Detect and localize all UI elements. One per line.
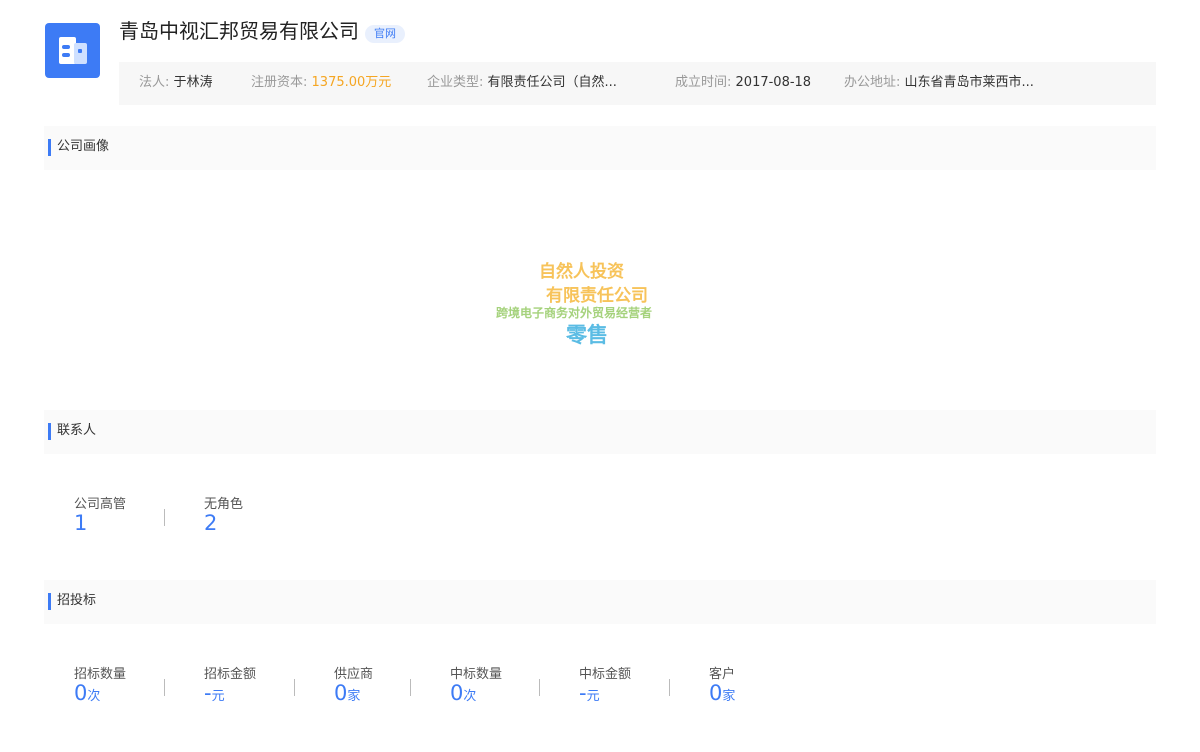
company-info-bar: 法人: 于林涛 注册资本: 1375.00万元 企业类型: 有限责任公司（自然.… bbox=[119, 62, 1156, 105]
info-label: 企业类型: bbox=[427, 75, 484, 90]
info-label: 注册资本: bbox=[251, 75, 308, 90]
stat-value[interactable]: 0次 bbox=[450, 680, 476, 710]
stat-number: 0 bbox=[709, 681, 723, 705]
stat-number: - bbox=[579, 681, 587, 705]
stat-number: 0 bbox=[74, 681, 88, 705]
section-accent-bar bbox=[48, 139, 51, 156]
stat-unit: 家 bbox=[722, 689, 736, 704]
stat-divider bbox=[164, 679, 165, 696]
stat-unit: 家 bbox=[347, 689, 361, 704]
section-title: 公司画像 bbox=[57, 139, 110, 154]
stat-value[interactable]: 0次 bbox=[74, 680, 100, 710]
stat-unit: 次 bbox=[87, 689, 101, 704]
section-accent-bar bbox=[48, 423, 51, 440]
cloud-word: 零售 bbox=[566, 323, 608, 347]
cloud-word: 有限责任公司 bbox=[546, 286, 648, 306]
section-contacts: 联系人 bbox=[44, 410, 1156, 454]
info-label: 办公地址: bbox=[844, 75, 901, 90]
stat-number: 0 bbox=[334, 681, 348, 705]
building-icon bbox=[59, 37, 87, 64]
stat-unit: 元 bbox=[211, 689, 225, 704]
stat-value[interactable]: -元 bbox=[204, 680, 225, 710]
stat-number: 0 bbox=[450, 681, 464, 705]
cloud-word: 自然人投资 bbox=[539, 262, 624, 282]
company-logo bbox=[45, 23, 100, 78]
info-label: 法人: bbox=[139, 75, 170, 90]
stat-value[interactable]: 2 bbox=[204, 510, 217, 536]
stat-divider bbox=[669, 679, 670, 696]
official-site-tag[interactable]: 官网 bbox=[365, 25, 405, 43]
info-value: 2017-08-18 bbox=[735, 75, 812, 90]
info-legal-person: 法人: 于林涛 bbox=[139, 62, 213, 105]
stat-divider bbox=[539, 679, 540, 696]
info-founded-date: 成立时间: 2017-08-18 bbox=[675, 62, 811, 105]
section-accent-bar bbox=[48, 593, 51, 610]
stat-number: - bbox=[204, 681, 212, 705]
stat-unit: 次 bbox=[463, 689, 477, 704]
info-value: 有限责任公司（自然... bbox=[487, 75, 617, 90]
info-office-address: 办公地址: 山东省青岛市莱西市... bbox=[844, 62, 1034, 105]
info-value[interactable]: 于林涛 bbox=[174, 75, 213, 90]
stat-value[interactable]: 0家 bbox=[709, 680, 735, 710]
info-value: 1375.00万元 bbox=[311, 75, 392, 90]
section-title: 联系人 bbox=[57, 423, 97, 438]
stat-value[interactable]: 0家 bbox=[334, 680, 360, 710]
info-registered-capital: 注册资本: 1375.00万元 bbox=[251, 62, 391, 105]
stat-divider bbox=[410, 679, 411, 696]
stat-unit: 元 bbox=[586, 689, 600, 704]
stat-divider bbox=[294, 679, 295, 696]
stat-value[interactable]: 1 bbox=[74, 510, 87, 536]
stat-value[interactable]: -元 bbox=[579, 680, 600, 710]
section-title: 招投标 bbox=[57, 593, 97, 608]
info-label: 成立时间: bbox=[675, 75, 732, 90]
info-company-type: 企业类型: 有限责任公司（自然... bbox=[427, 62, 617, 105]
section-company-portrait: 公司画像 bbox=[44, 126, 1156, 170]
company-name: 青岛中视汇邦贸易有限公司 bbox=[119, 19, 359, 43]
stat-divider bbox=[164, 509, 165, 526]
info-value: 山东省青岛市莱西市... bbox=[904, 75, 1034, 90]
section-bidding: 招投标 bbox=[44, 580, 1156, 624]
